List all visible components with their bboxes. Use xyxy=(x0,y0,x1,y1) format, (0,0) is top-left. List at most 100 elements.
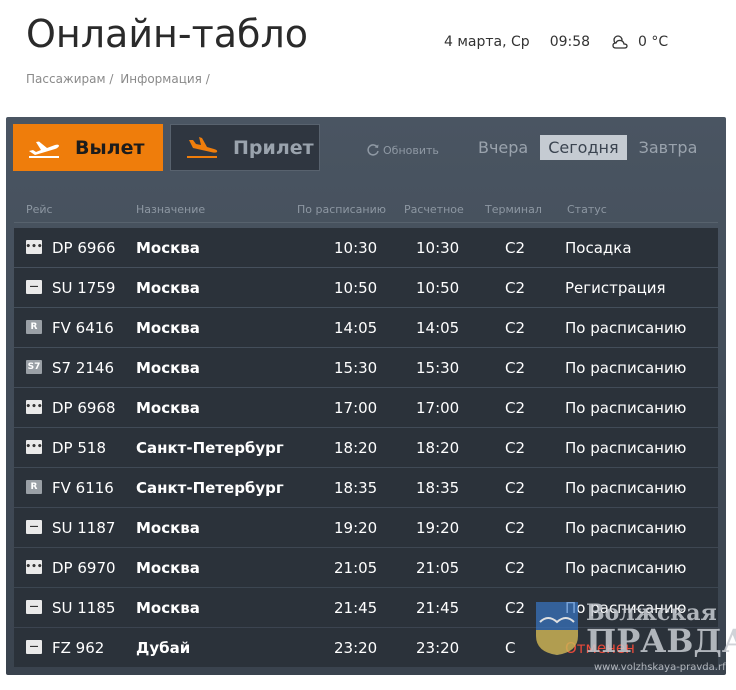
flight-scheduled: 10:50 xyxy=(334,279,378,297)
flight-number: SU 1759 xyxy=(52,279,116,297)
flight-number: DP 6966 xyxy=(52,239,116,257)
flight-estimated: 21:45 xyxy=(416,599,460,617)
flight-scheduled: 10:30 xyxy=(334,239,378,257)
airline-logo-icon: R xyxy=(26,320,42,334)
table-row[interactable]: S7 S7 2146 Москва 15:30 15:30 C2 По расп… xyxy=(14,348,718,387)
flight-number: DP 6970 xyxy=(52,559,116,577)
column-header-destination: Назначение xyxy=(136,203,206,216)
column-header-estimated: Расчетное xyxy=(404,203,464,216)
column-header-scheduled: По расписанию xyxy=(297,203,386,216)
current-date: 4 марта, Ср xyxy=(444,34,530,50)
breadcrumb: Пассажирам / Информация / xyxy=(26,72,213,86)
flight-number: FZ 962 xyxy=(52,639,105,657)
airline-logo-icon: ••• xyxy=(25,240,43,254)
table-row[interactable]: R FV 6416 Москва 14:05 14:05 C2 По распи… xyxy=(14,308,718,347)
flight-destination: Москва xyxy=(136,599,200,617)
flight-board: Вылет Прилет Обновить Вчера Сегодня Завт… xyxy=(6,117,726,675)
tab-arrival-label: Прилет xyxy=(233,136,314,159)
flight-status: По расписанию xyxy=(565,319,687,337)
flight-number: DP 518 xyxy=(52,439,106,457)
flight-number: DP 6968 xyxy=(52,399,116,417)
flight-status: По расписанию xyxy=(565,479,687,497)
tab-tomorrow[interactable]: Завтра xyxy=(631,135,706,160)
weather: 0 °C xyxy=(610,34,668,50)
flight-status: По расписанию xyxy=(565,599,687,617)
flight-terminal: C2 xyxy=(505,319,526,337)
flight-scheduled: 23:20 xyxy=(334,639,378,657)
flight-terminal: C2 xyxy=(505,359,526,377)
flight-scheduled: 14:05 xyxy=(334,319,378,337)
flight-estimated: 17:00 xyxy=(416,399,460,417)
flight-scheduled: 17:00 xyxy=(334,399,378,417)
flight-destination: Москва xyxy=(136,399,200,417)
flight-estimated: 10:50 xyxy=(416,279,460,297)
flight-number: SU 1187 xyxy=(52,519,116,537)
current-time: 09:58 xyxy=(549,34,591,50)
flight-destination: Москва xyxy=(136,239,200,257)
flight-destination: Москва xyxy=(136,359,200,377)
flight-estimated: 19:20 xyxy=(416,519,460,537)
flight-status: Отменен xyxy=(565,639,635,657)
refresh-label: Обновить xyxy=(383,143,439,157)
table-row[interactable]: — SU 1759 Москва 10:50 10:50 C2 Регистра… xyxy=(14,268,718,307)
flight-scheduled: 18:35 xyxy=(334,479,378,497)
tab-yesterday[interactable]: Вчера xyxy=(470,135,536,160)
refresh-icon xyxy=(367,144,379,156)
day-selector: Вчера Сегодня Завтра xyxy=(470,135,709,160)
airline-logo-icon: ••• xyxy=(25,440,43,454)
flight-number: FV 6116 xyxy=(52,479,114,497)
airline-logo-icon: — xyxy=(26,640,42,654)
tab-arrival[interactable]: Прилет xyxy=(170,124,320,171)
airline-logo-icon: ••• xyxy=(25,400,43,414)
flight-terminal: C xyxy=(505,639,516,657)
table-row[interactable]: — SU 1187 Москва 19:20 19:20 C2 По распи… xyxy=(14,508,718,547)
flight-terminal: C2 xyxy=(505,279,526,297)
flight-scheduled: 21:05 xyxy=(334,559,378,577)
flight-scheduled: 19:20 xyxy=(334,519,378,537)
flight-status: По расписанию xyxy=(565,559,687,577)
flight-destination: Москва xyxy=(136,519,200,537)
flight-status: Регистрация xyxy=(565,279,666,297)
cloud-sun-icon xyxy=(612,35,628,49)
flight-destination: Санкт-Петербург xyxy=(136,479,284,497)
flight-destination: Москва xyxy=(136,319,200,337)
table-row[interactable]: R FV 6116 Санкт-Петербург 18:35 18:35 C2… xyxy=(14,468,718,507)
flight-estimated: 18:35 xyxy=(416,479,460,497)
flight-destination: Москва xyxy=(136,279,200,297)
flights-list: ••• DP 6966 Москва 10:30 10:30 C2 Посадк… xyxy=(14,228,718,668)
flight-destination: Санкт-Петербург xyxy=(136,439,284,457)
tab-today[interactable]: Сегодня xyxy=(540,135,627,160)
flight-terminal: C2 xyxy=(505,599,526,617)
table-row[interactable]: ••• DP 518 Санкт-Петербург 18:20 18:20 C… xyxy=(14,428,718,467)
flight-status: По расписанию xyxy=(565,399,687,417)
airline-logo-icon: — xyxy=(26,600,42,614)
tab-departure[interactable]: Вылет xyxy=(13,124,163,171)
airline-logo-icon: R xyxy=(26,480,42,494)
table-row[interactable]: ••• DP 6968 Москва 17:00 17:00 C2 По рас… xyxy=(14,388,718,427)
flight-terminal: C2 xyxy=(505,439,526,457)
flight-scheduled: 15:30 xyxy=(334,359,378,377)
flight-status: Посадка xyxy=(565,239,632,257)
flight-terminal: C2 xyxy=(505,559,526,577)
flight-estimated: 15:30 xyxy=(416,359,460,377)
airline-logo-icon: ••• xyxy=(25,560,43,574)
plane-departure-icon xyxy=(29,141,59,158)
header-divider xyxy=(14,222,718,223)
table-row[interactable]: ••• DP 6970 Москва 21:05 21:05 C2 По рас… xyxy=(14,548,718,587)
flight-destination: Дубай xyxy=(136,639,191,657)
table-row[interactable]: — FZ 962 Дубай 23:20 23:20 C Отменен xyxy=(14,628,718,667)
flight-estimated: 18:20 xyxy=(416,439,460,457)
flight-terminal: C2 xyxy=(505,399,526,417)
flight-terminal: C2 xyxy=(505,239,526,257)
airline-logo-icon: — xyxy=(26,520,42,534)
flight-terminal: C2 xyxy=(505,519,526,537)
flight-terminal: C2 xyxy=(505,479,526,497)
flight-number: S7 2146 xyxy=(52,359,115,377)
table-row[interactable]: — SU 1185 Москва 21:45 21:45 C2 По распи… xyxy=(14,588,718,627)
flight-estimated: 23:20 xyxy=(416,639,460,657)
breadcrumb-info[interactable]: Информация / xyxy=(120,72,210,86)
refresh-button[interactable]: Обновить xyxy=(366,143,439,157)
table-row[interactable]: ••• DP 6966 Москва 10:30 10:30 C2 Посадк… xyxy=(14,228,718,267)
breadcrumb-passengers[interactable]: Пассажирам / xyxy=(26,72,113,86)
page-title: Онлайн-табло xyxy=(26,12,308,56)
